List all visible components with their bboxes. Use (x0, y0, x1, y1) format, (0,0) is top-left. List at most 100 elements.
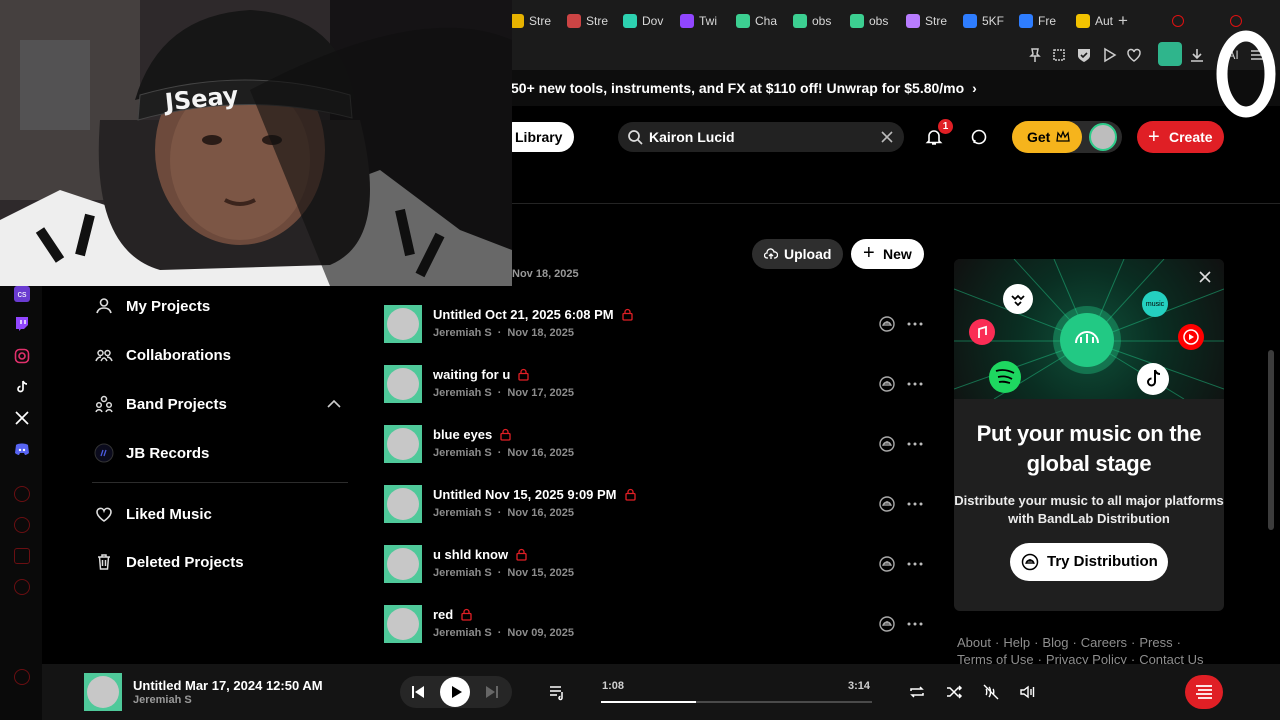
browser-tab[interactable]: Twi (680, 10, 717, 32)
now-playing-title[interactable]: Untitled Mar 17, 2024 12:50 AM (133, 678, 323, 693)
heart-outline-icon[interactable] (1125, 46, 1143, 64)
browser-tab[interactable]: Dov (623, 10, 663, 32)
project-row[interactable]: red Jeremiah S · Nov 09, 2025 (384, 605, 932, 643)
cs-icon[interactable]: cs (14, 286, 30, 302)
rail-item-icon[interactable] (14, 669, 30, 685)
distribution-icon[interactable] (878, 315, 896, 333)
distribution-icon[interactable] (878, 435, 896, 453)
browser-tab[interactable]: obs (850, 10, 888, 32)
project-author[interactable]: Jeremiah S (433, 387, 492, 399)
project-row[interactable]: Untitled Oct 21, 2025 6:08 PM Jeremiah S ·… (384, 305, 932, 343)
browser-tab[interactable]: 5KF (963, 10, 1004, 32)
project-title[interactable]: u shld know (433, 547, 527, 562)
volume-icon[interactable] (1019, 683, 1037, 701)
search-input[interactable] (649, 122, 869, 152)
footer-link[interactable]: Help (1003, 635, 1030, 650)
sidebar-item-my-projects[interactable]: My Projects (94, 291, 210, 321)
shuffle-icon[interactable] (945, 683, 963, 701)
crop-icon[interactable] (1050, 46, 1068, 64)
project-title[interactable]: red (433, 607, 472, 622)
browser-tab[interactable]: Fre (1019, 10, 1056, 32)
upload-button[interactable]: Upload (752, 239, 843, 269)
rail-item-icon[interactable] (14, 579, 30, 595)
shield-check-icon[interactable] (1075, 46, 1093, 64)
sidebar-item-collaborations[interactable]: Collaborations (94, 340, 231, 370)
pin-icon[interactable] (1026, 46, 1044, 64)
play-outline-icon[interactable] (1100, 46, 1118, 64)
project-thumbnail[interactable] (384, 605, 422, 643)
browser-tab[interactable]: Aut (1076, 10, 1113, 32)
promo-text[interactable]: 50+ new tools, instruments, and FX at $1… (511, 80, 977, 96)
project-author[interactable]: Jeremiah S (433, 327, 492, 339)
sidebar-item-band-projects[interactable]: Band Projects (94, 389, 227, 419)
project-thumbnail[interactable] (384, 365, 422, 403)
footer-link[interactable]: Careers (1081, 635, 1127, 650)
search-bar[interactable] (618, 122, 904, 152)
project-author[interactable]: Jeremiah S (433, 627, 492, 639)
distribution-icon[interactable] (878, 495, 896, 513)
repeat-icon[interactable] (908, 683, 926, 701)
footer-link[interactable]: About (957, 635, 991, 650)
project-row[interactable]: waiting for u Jeremiah S · Nov 17, 2025 (384, 365, 932, 403)
footer-link[interactable]: Blog (1042, 635, 1068, 650)
footer-link[interactable]: Press (1139, 635, 1172, 650)
project-row[interactable]: u shld know Jeremiah S · Nov 15, 2025 (384, 545, 932, 583)
more-options-icon[interactable] (906, 495, 924, 513)
project-title[interactable]: waiting for u (433, 367, 529, 382)
browser-tab[interactable]: Cha (736, 10, 777, 32)
discord-icon[interactable] (14, 441, 30, 457)
more-options-icon[interactable] (906, 435, 924, 453)
twitch-icon[interactable] (14, 316, 30, 332)
more-options-icon[interactable] (906, 555, 924, 573)
autoplay-off-icon[interactable] (982, 683, 1000, 701)
next-icon[interactable] (483, 683, 501, 701)
queue-panel-button[interactable] (1185, 675, 1223, 709)
close-icon[interactable] (878, 128, 896, 146)
download-icon[interactable] (1188, 46, 1206, 64)
progress-slider[interactable] (601, 701, 872, 703)
now-playing-artwork[interactable] (84, 673, 122, 711)
new-tab-button[interactable]: + (1118, 10, 1128, 32)
project-thumbnail[interactable] (384, 485, 422, 523)
x-icon[interactable] (14, 410, 30, 426)
distribution-icon[interactable] (878, 375, 896, 393)
project-row[interactable]: Untitled Nov 15, 2025 9:09 PM Jeremiah S ·… (384, 485, 932, 523)
try-distribution-button[interactable]: Try Distribution (1010, 543, 1168, 581)
chat-icon[interactable] (969, 127, 989, 147)
project-thumbnail[interactable] (384, 545, 422, 583)
new-project-button[interactable]: + New (851, 239, 924, 269)
sidebar-item-jb-records[interactable]: JB Records (94, 438, 209, 468)
project-title[interactable]: Untitled Nov 15, 2025 9:09 PM (433, 487, 636, 502)
browser-tab[interactable]: Stre (510, 10, 551, 32)
more-options-icon[interactable] (906, 615, 924, 633)
chevron-up-icon[interactable] (326, 397, 342, 411)
project-title[interactable]: Untitled Oct 21, 2025 6:08 PM (433, 307, 633, 322)
scrollbar[interactable] (1268, 350, 1274, 530)
minimize-icon[interactable] (1172, 10, 1184, 32)
now-playing-artist[interactable]: Jeremiah S (133, 694, 192, 706)
browser-tab[interactable]: Stre (567, 10, 608, 32)
sidebar-item-deleted-projects[interactable]: Deleted Projects (94, 547, 244, 577)
more-options-icon[interactable] (906, 315, 924, 333)
close-icon[interactable] (1197, 269, 1213, 285)
create-button[interactable]: + Create (1137, 121, 1224, 153)
distribution-icon[interactable] (878, 555, 896, 573)
browser-tab[interactable]: obs (793, 10, 831, 32)
project-author[interactable]: Jeremiah S (433, 567, 492, 579)
project-thumbnail[interactable] (384, 425, 422, 463)
extension-avatar-icon[interactable] (1158, 42, 1182, 66)
project-author[interactable]: Jeremiah S (433, 447, 492, 459)
distribution-icon[interactable] (878, 615, 896, 633)
project-title[interactable]: blue eyes (433, 427, 511, 442)
project-author[interactable]: Jeremiah S (433, 507, 492, 519)
project-thumbnail[interactable] (384, 305, 422, 343)
previous-icon[interactable] (409, 683, 427, 701)
tiktok-icon[interactable] (14, 379, 30, 395)
instagram-icon[interactable] (14, 348, 30, 364)
queue-icon[interactable] (548, 683, 566, 701)
rail-item-icon[interactable] (14, 517, 30, 533)
rail-item-icon[interactable] (14, 548, 30, 564)
more-options-icon[interactable] (906, 375, 924, 393)
play-button[interactable] (440, 677, 470, 707)
sidebar-item-liked-music[interactable]: Liked Music (94, 499, 212, 529)
